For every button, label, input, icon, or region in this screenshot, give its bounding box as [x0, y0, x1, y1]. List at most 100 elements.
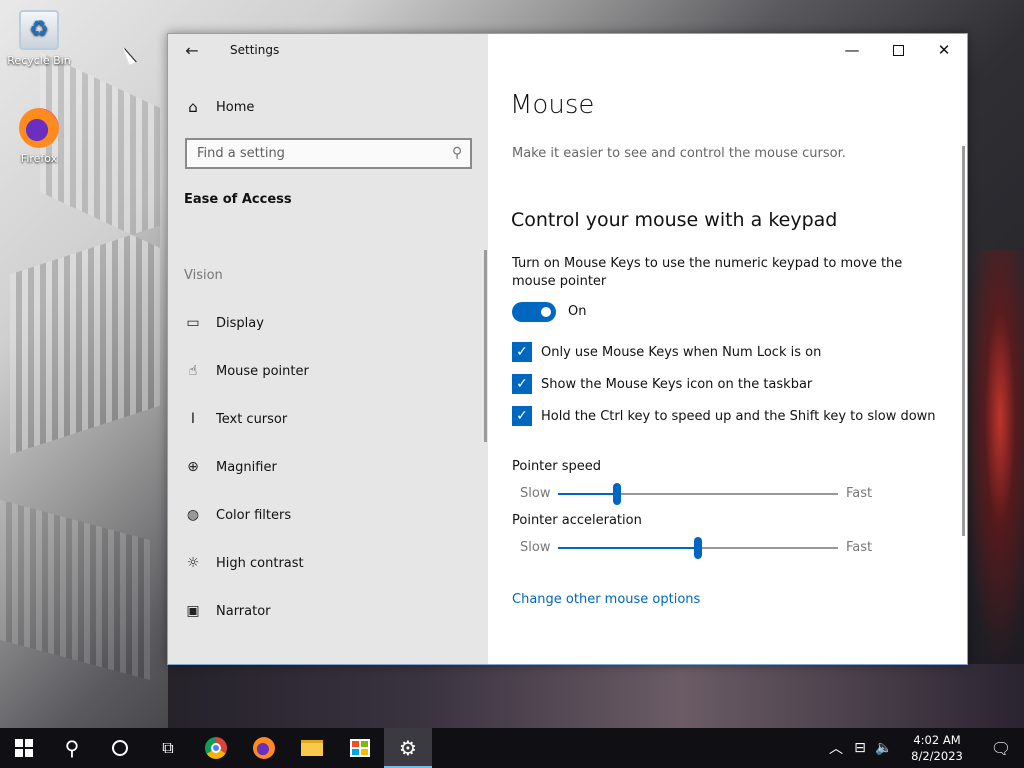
slider-min-label: Slow — [520, 486, 551, 501]
checkmark-icon[interactable]: ✓ — [512, 342, 532, 362]
firefox-icon — [253, 737, 275, 759]
sidebar-item-label: Home — [216, 99, 255, 115]
minimize-button[interactable]: — — [829, 34, 875, 66]
wallpaper-shape — [0, 499, 150, 681]
sidebar-item-label: Text cursor — [216, 411, 288, 427]
pointer-speed-label: Pointer speed — [512, 459, 602, 474]
task-view-button[interactable]: ⧉ — [144, 728, 192, 768]
checkmark-icon[interactable]: ✓ — [512, 406, 532, 426]
slider-track[interactable] — [558, 483, 838, 505]
sidebar-item-text-cursor[interactable]: I Text cursor — [184, 407, 287, 431]
sidebar-item-narrator[interactable]: ▣ Narrator — [184, 599, 271, 623]
page-title: Mouse — [510, 90, 595, 120]
palette-icon: ◍ — [186, 507, 200, 523]
back-arrow-icon[interactable]: ← — [182, 41, 202, 61]
chevron-up-icon[interactable]: ︿ — [824, 738, 848, 758]
toggle-knob — [541, 307, 551, 317]
monitor-icon: ▭ — [186, 315, 200, 331]
taskbar-file-explorer[interactable] — [288, 728, 336, 768]
main-scrollbar[interactable] — [962, 146, 965, 536]
pointer-acceleration-slider[interactable]: Slow Fast — [512, 537, 912, 559]
cortana-button[interactable] — [96, 728, 144, 768]
text-cursor-icon: I — [190, 411, 196, 427]
volume-icon[interactable]: 🔈 — [872, 740, 896, 756]
taskbar: ⚲ ⧉ ⚙ ︿ ⊟ 🔈 4:02 AM 8/2/2023 🗨 — [0, 728, 1024, 768]
close-button[interactable]: ✕ — [921, 34, 967, 66]
search-box[interactable]: ⚲ — [185, 138, 472, 169]
clock-time: 4:02 AM — [913, 733, 961, 747]
desktop-icon-firefox[interactable]: Firefox — [2, 108, 76, 165]
mouse-pointer-icon: ☝ — [188, 363, 198, 379]
wallpaper-shape — [168, 664, 1024, 728]
section-label: Ease of Access — [184, 192, 292, 207]
settings-gear-icon: ⚙ — [399, 736, 417, 760]
taskbar-settings[interactable]: ⚙ — [384, 728, 432, 768]
search-input[interactable] — [197, 146, 437, 161]
taskbar-store[interactable] — [336, 728, 384, 768]
search-icon: ⚲ — [64, 736, 80, 760]
clock[interactable]: 4:02 AM 8/2/2023 — [902, 732, 972, 764]
wallpaper-shape — [10, 225, 160, 455]
maximize-button[interactable] — [875, 34, 921, 66]
sidebar-item-magnifier[interactable]: ⊕ Magnifier — [184, 455, 277, 479]
sidebar-item-label: Narrator — [216, 603, 271, 619]
slider-max-label: Fast — [846, 540, 873, 555]
slider-thumb[interactable] — [612, 483, 621, 505]
slider-fill — [558, 493, 617, 495]
slider-fill — [558, 547, 698, 549]
close-icon: ✕ — [937, 41, 951, 59]
slider-min-label: Slow — [520, 540, 551, 555]
sidebar-item-home[interactable]: ⌂ Home — [184, 98, 254, 116]
mouse-keys-description: Turn on Mouse Keys to use the numeric ke… — [512, 256, 903, 289]
sidebar-item-display[interactable]: ▭ Display — [184, 311, 264, 335]
sidebar-item-mouse-pointer[interactable]: ☝ Mouse pointer — [184, 359, 309, 383]
narrator-icon: ▣ — [186, 603, 200, 619]
page-description: Make it easier to see and control the mo… — [512, 146, 846, 161]
clock-date: 8/2/2023 — [911, 749, 963, 763]
sidebar-item-color-filters[interactable]: ◍ Color filters — [184, 503, 291, 527]
firefox-icon — [19, 108, 59, 148]
checkbox-ctrl-shift[interactable]: ✓ Hold the Ctrl key to speed up and the … — [512, 406, 936, 426]
slider-track[interactable] — [558, 537, 838, 559]
home-icon: ⌂ — [188, 98, 198, 116]
wallpaper-shape — [964, 250, 1024, 670]
chrome-icon — [205, 737, 227, 759]
sidebar-scrollbar[interactable] — [484, 250, 487, 442]
checkbox-label: Show the Mouse Keys icon on the taskbar — [541, 376, 813, 392]
sidebar: ← Settings ⌂ Home ⚲ Ease of Access Visio… — [168, 34, 488, 664]
desktop-icon-recycle-bin[interactable]: ♻ Recycle Bin — [2, 10, 76, 67]
slider-thumb[interactable] — [694, 537, 702, 559]
toggle-state-label: On — [568, 304, 587, 319]
magnifier-icon: ⊕ — [187, 459, 199, 475]
sidebar-item-label: Magnifier — [216, 459, 277, 475]
group-label: Vision — [184, 268, 223, 283]
network-icon[interactable]: ⊟ — [848, 740, 872, 756]
checkbox-label: Only use Mouse Keys when Num Lock is on — [541, 344, 822, 360]
desktop-icon-label: Recycle Bin — [7, 54, 71, 67]
taskbar-search-button[interactable]: ⚲ — [48, 728, 96, 768]
app-title: Settings — [230, 43, 280, 57]
section-title: Control your mouse with a keypad — [511, 209, 838, 231]
search-icon: ⚲ — [451, 145, 462, 161]
start-button[interactable] — [0, 728, 48, 768]
taskbar-firefox[interactable] — [240, 728, 288, 768]
sidebar-item-label: Color filters — [216, 507, 292, 523]
notification-icon[interactable]: 🗨 — [978, 739, 1024, 758]
main-pane: — ✕ Mouse Make it easier to see and cont… — [488, 34, 967, 664]
checkbox-taskbar-icon[interactable]: ✓ Show the Mouse Keys icon on the taskba… — [512, 374, 812, 394]
sidebar-item-label: Mouse pointer — [216, 363, 309, 379]
store-icon — [350, 739, 370, 757]
checkbox-label: Hold the Ctrl key to speed up and the Sh… — [541, 408, 936, 424]
mouse-keys-toggle[interactable] — [512, 302, 556, 322]
checkbox-num-lock[interactable]: ✓ Only use Mouse Keys when Num Lock is o… — [512, 342, 821, 362]
cortana-icon — [112, 740, 128, 756]
pointer-speed-slider[interactable]: Slow Fast — [512, 483, 912, 505]
start-icon — [15, 739, 33, 757]
taskbar-chrome[interactable] — [192, 728, 240, 768]
checkmark-icon[interactable]: ✓ — [512, 374, 532, 394]
minimize-icon: — — [844, 41, 860, 59]
task-view-icon: ⧉ — [162, 738, 174, 757]
sidebar-item-high-contrast[interactable]: ☼ High contrast — [184, 551, 304, 575]
change-mouse-options-link[interactable]: Change other mouse options — [512, 592, 700, 607]
maximize-icon — [892, 44, 904, 56]
